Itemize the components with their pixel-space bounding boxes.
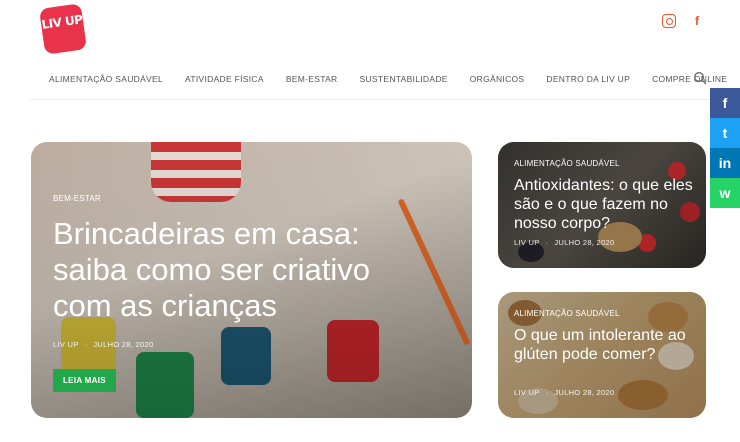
featured-title[interactable]: Brincadeiras em casa: saiba como ser cri… (53, 216, 433, 324)
nav-item-organicos[interactable]: ORGÂNICOS (470, 74, 525, 84)
side-post-author[interactable]: LIV UP (514, 388, 540, 397)
header-divider (30, 99, 710, 100)
brand-logo[interactable]: LIV UP (39, 3, 87, 55)
share-facebook-icon[interactable]: f (710, 88, 740, 118)
side-post-title[interactable]: O que um intolerante ao glúten pode come… (514, 326, 699, 364)
side-post-date: JULHO 28, 2020 (554, 238, 615, 247)
featured-post-card[interactable]: BEM-ESTAR Brincadeiras em casa: saiba co… (31, 142, 472, 418)
share-bar: f t in w (710, 88, 740, 208)
side-post-category[interactable]: ALIMENTAÇÃO SAUDÁVEL (514, 159, 620, 168)
nav-item-compre[interactable]: COMPRE ONLINE (652, 74, 727, 84)
search-icon[interactable] (693, 71, 707, 85)
instagram-icon[interactable] (662, 14, 676, 28)
side-post-date: JULHO 28, 2020 (554, 388, 615, 397)
page: LIV UP f ALIMENTAÇÃO SAUDÁVEL ATIVIDADE … (0, 0, 740, 442)
featured-author[interactable]: LIV UP (53, 340, 79, 349)
read-more-button[interactable]: LEIA MAIS (53, 369, 116, 392)
side-post-meta: LIV UP · JULHO 28, 2020 (514, 388, 615, 397)
main-nav: ALIMENTAÇÃO SAUDÁVEL ATIVIDADE FÍSICA BE… (49, 74, 727, 84)
featured-meta: LIV UP · JULHO 28, 2020 (53, 340, 154, 349)
side-post-author[interactable]: LIV UP (514, 238, 540, 247)
side-post-category[interactable]: ALIMENTAÇÃO SAUDÁVEL (514, 309, 620, 318)
side-post-card[interactable]: ALIMENTAÇÃO SAUDÁVEL O que um intolerant… (498, 292, 706, 418)
social-links: f (662, 14, 704, 28)
nav-item-dentro[interactable]: DENTRO DA LIV UP (546, 74, 630, 84)
nav-item-bem-estar[interactable]: BEM-ESTAR (286, 74, 338, 84)
featured-category[interactable]: BEM-ESTAR (53, 194, 101, 203)
side-post-card[interactable]: ALIMENTAÇÃO SAUDÁVEL Antioxidantes: o qu… (498, 142, 706, 268)
side-post-meta: LIV UP · JULHO 28, 2020 (514, 238, 615, 247)
featured-date: JULHO 28, 2020 (93, 340, 154, 349)
share-whatsapp-icon[interactable]: w (710, 178, 740, 208)
nav-item-atividade[interactable]: ATIVIDADE FÍSICA (185, 74, 264, 84)
nav-item-sustentabilidade[interactable]: SUSTENTABILIDADE (359, 74, 447, 84)
share-twitter-icon[interactable]: t (710, 118, 740, 148)
side-post-title[interactable]: Antioxidantes: o que eles são e o que fa… (514, 176, 699, 233)
facebook-icon[interactable]: f (690, 14, 704, 28)
nav-item-alimentacao[interactable]: ALIMENTAÇÃO SAUDÁVEL (49, 74, 163, 84)
share-linkedin-icon[interactable]: in (710, 148, 740, 178)
